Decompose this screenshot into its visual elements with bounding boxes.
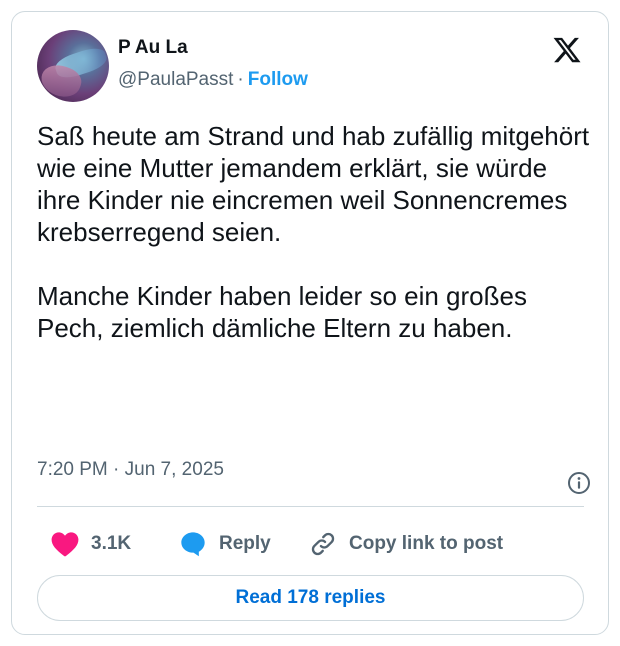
avatar[interactable] [37, 30, 109, 102]
copy-link-label: Copy link to post [349, 533, 504, 554]
read-replies-label: Read 178 replies [235, 587, 386, 608]
link-icon [311, 532, 335, 556]
like-count: 3.1K [91, 533, 132, 554]
info-icon[interactable] [567, 471, 591, 495]
action-bar: 3.1K Reply Copy link to post [37, 526, 597, 562]
tweet-text: Saß heute am Strand und hab zufällig mit… [37, 121, 590, 343]
author-handle-row: @PaulaPasst · Follow [118, 69, 308, 91]
author-display-name[interactable]: P Au La [118, 37, 188, 59]
speech-bubble-icon [181, 532, 205, 557]
x-logo-icon[interactable] [551, 35, 583, 65]
heart-icon [51, 532, 79, 557]
reply-label: Reply [219, 533, 271, 554]
separator-dot: · [237, 69, 244, 90]
author-handle[interactable]: @PaulaPasst [118, 69, 233, 90]
tweet-timestamp[interactable]: 7:20 PM · Jun 7, 2025 [37, 459, 224, 481]
read-replies-button[interactable]: Read 178 replies [37, 575, 584, 621]
tweet-card: P Au La @PaulaPasst · Follow Saß heute am … [11, 11, 609, 635]
like-button[interactable]: 3.1K [51, 526, 131, 562]
reply-button[interactable]: Reply [179, 526, 271, 562]
divider [37, 506, 584, 507]
copy-link-button[interactable]: Copy link to post [309, 526, 503, 562]
follow-button[interactable]: Follow [248, 69, 308, 90]
